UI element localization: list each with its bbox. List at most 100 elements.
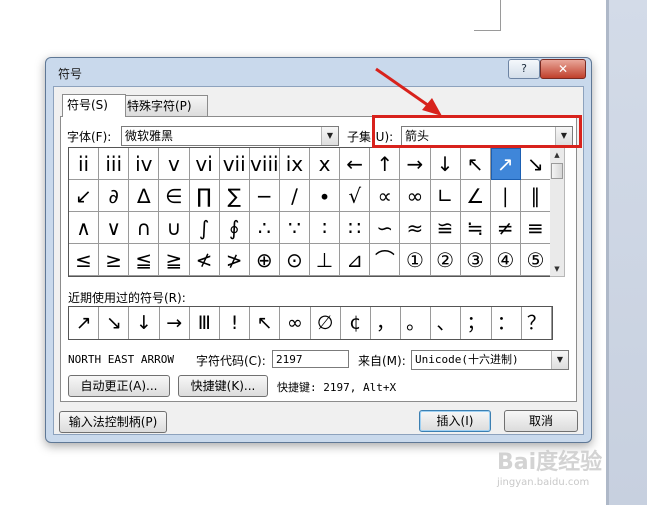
char-code-input[interactable]: 2197 [272,350,349,368]
symbol-cell[interactable]: ≥ [99,244,130,276]
symbol-cell[interactable]: ii [69,148,100,180]
symbol-cell[interactable]: ① [400,244,431,276]
symbol-cell[interactable]: − [249,180,280,212]
font-select[interactable]: 微软雅黑 ▼ [121,126,339,146]
symbol-cell[interactable]: ∽ [370,212,401,244]
symbol-cell[interactable]: ∥ [520,180,551,212]
scroll-down-icon[interactable]: ▼ [550,262,564,276]
symbol-cell[interactable]: ∆ [129,180,160,212]
symbol-cell[interactable]: ≧ [159,244,190,276]
recent-symbol-cell[interactable]: ： [492,307,522,339]
symbol-cell[interactable]: ⊙ [279,244,310,276]
recent-symbol-cell[interactable]: 、 [431,307,462,339]
chevron-down-icon[interactable]: ▼ [321,127,338,145]
scroll-thumb[interactable] [551,163,563,179]
symbol-cell[interactable]: ② [430,244,461,276]
autocorrect-button[interactable]: 自动更正(A)... [68,375,170,397]
symbol-cell[interactable]: ← [340,148,371,180]
symbol-cell[interactable]: → [400,148,431,180]
symbol-cell[interactable]: ∩ [129,212,160,244]
symbol-cell[interactable]: ≒ [460,212,491,244]
symbol-cell[interactable]: viii [249,148,280,180]
recent-symbol-cell[interactable]: ？ [522,307,552,339]
recent-symbol-cell[interactable]: ↓ [129,307,160,339]
symbol-cell[interactable]: v [159,148,190,180]
symbol-cell[interactable]: ∫ [189,212,220,244]
recent-symbol-cell[interactable]: ∞ [280,307,311,339]
cancel-button[interactable]: 取消 [504,410,578,432]
symbol-cell[interactable]: ix [279,148,310,180]
symbol-cell[interactable]: ⑤ [520,244,551,276]
scroll-up-icon[interactable]: ▲ [550,148,564,162]
tab-symbols[interactable]: 符号(S) [62,94,126,117]
symbol-cell[interactable]: ↖ [460,148,491,180]
symbol-cell[interactable]: ↗ [490,148,521,180]
close-button[interactable]: ✕ [540,59,586,79]
symbol-cell[interactable]: ∶ [310,212,341,244]
grid-scrollbar[interactable]: ▲ ▼ [550,147,565,277]
symbol-cell[interactable]: x [310,148,341,180]
symbol-cell[interactable]: √ [340,180,371,212]
recent-symbol-cell[interactable]: ↖ [250,307,281,339]
symbol-cell[interactable]: ④ [490,244,521,276]
symbol-cell[interactable]: ∠ [460,180,491,212]
symbol-cell[interactable]: ∈ [159,180,190,212]
symbol-cell[interactable]: ↑ [370,148,401,180]
recent-symbol-cell[interactable]: ； [461,307,492,339]
symbol-cell[interactable]: ↓ [430,148,461,180]
symbol-grid[interactable]: ii iii iv v vi vii viii ix x ← ↑ → ↓ ↖ ↗ ↘ ↙ ∂ ∆ ∈ ∏ ∑ − ∕ ∙ √ ∝ ∞ ∟… [68,147,552,277]
symbol-cell[interactable]: ∝ [370,180,401,212]
symbol-cell[interactable]: ∣ [490,180,521,212]
symbol-cell[interactable]: ≯ [219,244,250,276]
help-button[interactable]: ? [508,59,540,79]
symbol-cell[interactable]: ∞ [400,180,431,212]
symbol-cell[interactable]: ≦ [129,244,160,276]
recent-symbol-cell[interactable]: → [160,307,190,339]
symbol-cell[interactable]: ③ [460,244,491,276]
recent-symbol-cell[interactable]: ↘ [99,307,130,339]
recent-symbol-cell[interactable]: ! [220,307,251,339]
symbol-cell[interactable]: ∮ [219,212,250,244]
symbol-cell[interactable]: ∏ [189,180,220,212]
recent-symbol-cell[interactable]: ↗ [69,307,100,339]
symbol-cell[interactable]: ≡ [520,212,551,244]
recent-symbol-cell[interactable]: ， [371,307,402,339]
symbol-cell[interactable]: ∵ [279,212,310,244]
symbol-cell[interactable]: ⌒ [370,244,401,276]
recent-symbol-cell[interactable]: ∅ [311,307,341,339]
recent-symbol-cell[interactable]: ¢ [341,307,371,339]
symbol-cell[interactable]: ∙ [310,180,341,212]
symbol-cell[interactable]: ∴ [249,212,280,244]
symbol-cell[interactable]: ≌ [430,212,461,244]
symbol-cell[interactable]: ↘ [520,148,551,180]
tab-special-characters[interactable]: 特殊字符(P) [122,95,208,116]
symbol-cell[interactable]: vi [189,148,220,180]
from-select[interactable]: Unicode(十六进制) ▼ [411,350,569,370]
symbol-cell[interactable]: ∟ [430,180,461,212]
insert-button[interactable]: 插入(I) [419,410,491,432]
symbol-cell[interactable]: ≮ [189,244,220,276]
symbol-cell[interactable]: ∂ [99,180,130,212]
symbol-cell[interactable]: iii [99,148,130,180]
ime-handle-button[interactable]: 输入法控制柄(P) [59,411,167,433]
symbol-cell[interactable]: ∪ [159,212,190,244]
symbol-cell[interactable]: ∧ [69,212,100,244]
symbol-cell[interactable]: ⊿ [340,244,371,276]
recent-symbol-cell[interactable]: Ⅲ [190,307,220,339]
symbol-cell[interactable]: ∑ [219,180,250,212]
symbol-cell[interactable]: ⊥ [310,244,341,276]
symbol-cell[interactable]: ⊕ [249,244,280,276]
symbol-cell[interactable]: vii [219,148,250,180]
symbol-cell[interactable]: iv [129,148,160,180]
chevron-down-icon[interactable]: ▼ [551,351,568,369]
symbol-cell[interactable]: ∷ [340,212,371,244]
recent-symbols-row[interactable]: ↗ ↘ ↓ → Ⅲ! ↖ ∞ ∅ ¢，。、；：？ [68,306,553,340]
recent-symbol-cell[interactable]: 。 [401,307,432,339]
symbol-cell[interactable]: ↙ [69,180,100,212]
symbol-cell[interactable]: ∨ [99,212,130,244]
symbol-cell[interactable]: ∕ [279,180,310,212]
symbol-cell[interactable]: ≤ [69,244,100,276]
symbol-cell[interactable]: ≠ [490,212,521,244]
symbol-cell[interactable]: ≈ [400,212,431,244]
shortcut-key-button[interactable]: 快捷键(K)... [178,375,268,397]
